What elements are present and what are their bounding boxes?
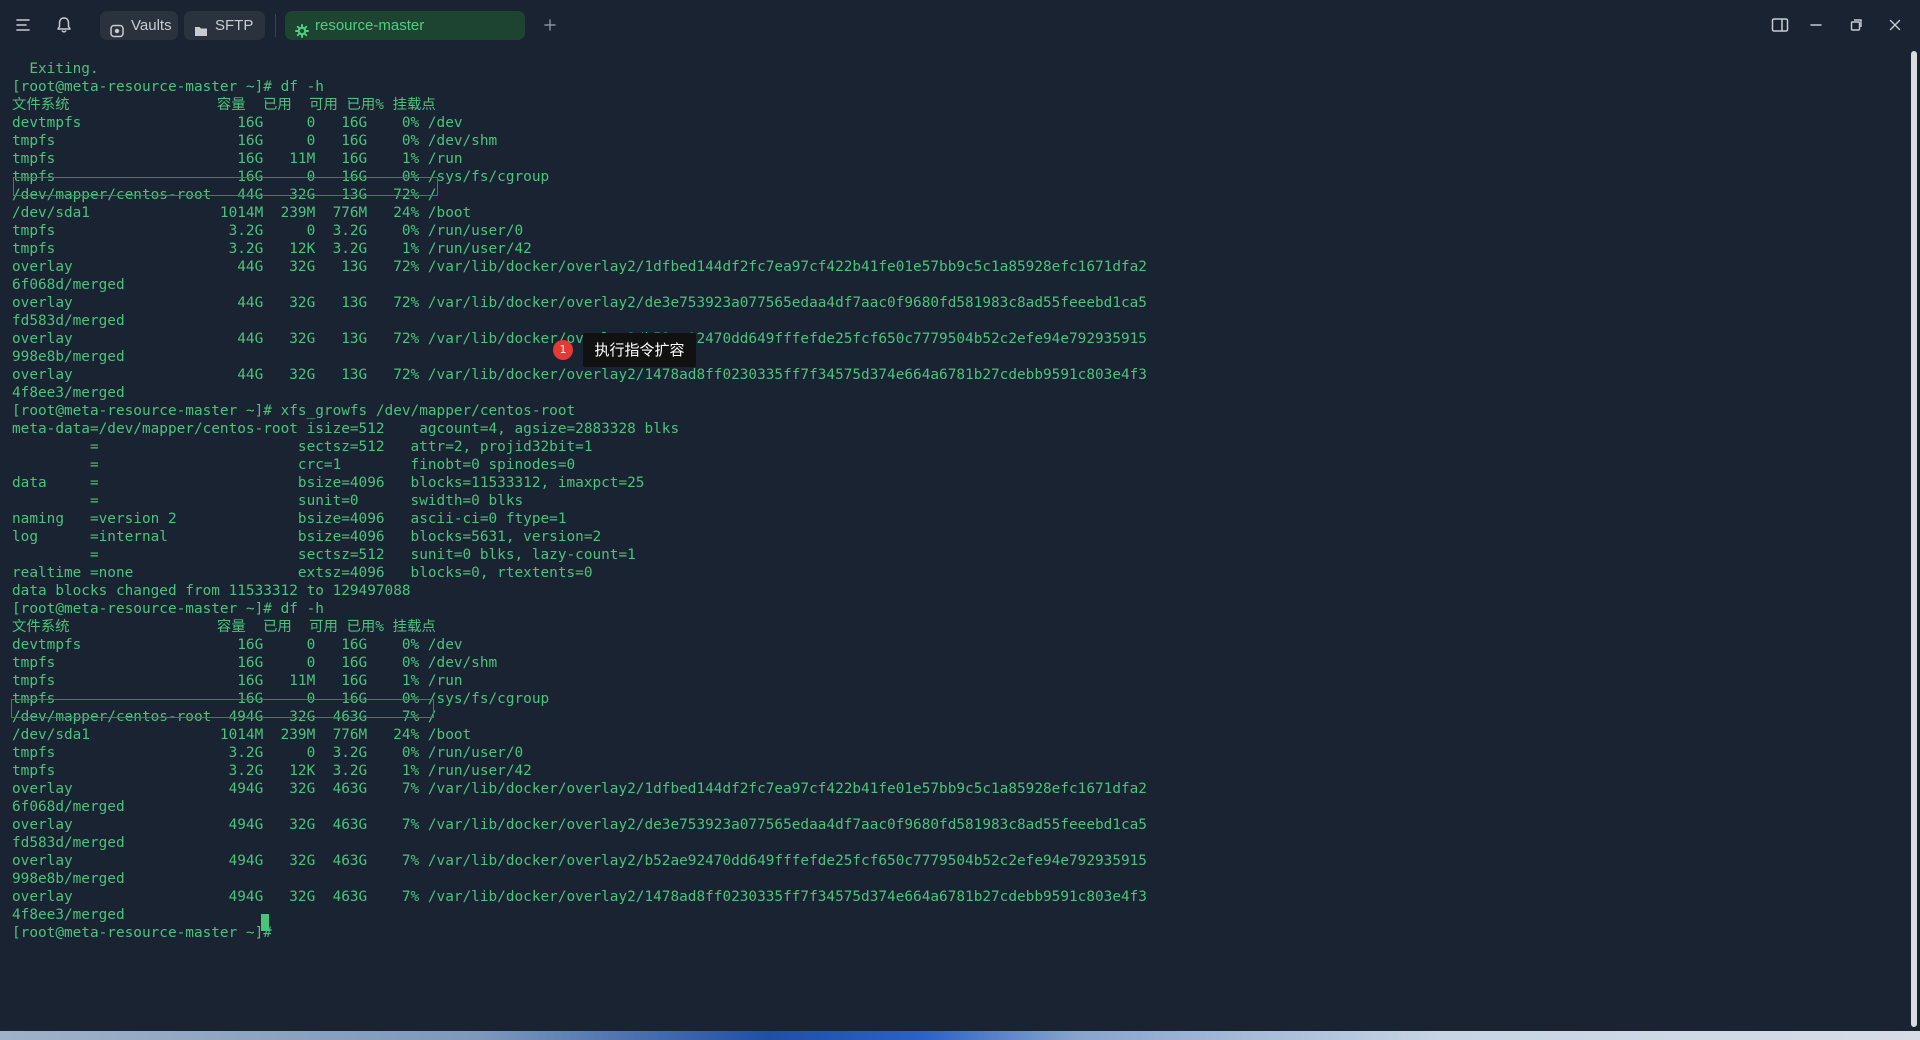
terminal-line: tmpfs 3.2G 0 3.2G 0% /run/user/0 [12, 745, 524, 761]
terminal-line: = sectsz=512 sunit=0 blks, lazy-count=1 [12, 547, 636, 563]
tab-divider [275, 14, 276, 37]
terminal-line: [root@meta-resource-master ~]# [12, 925, 281, 941]
terminal-line: [root@meta-resource-master ~]# df -h [12, 79, 324, 95]
terminal-line: = crc=1 finobt=0 spinodes=0 [12, 457, 576, 473]
folder-icon [194, 19, 208, 36]
terminal-line: tmpfs 3.2G 12K 3.2G 1% /run/user/42 [12, 763, 532, 779]
terminal-line: /dev/sda1 1014M 239M 776M 24% /boot [12, 727, 472, 743]
tab-label: resource-master [315, 17, 425, 34]
terminal-line: fd583d/merged [12, 835, 125, 851]
terminal-cursor [261, 914, 269, 931]
annotation-badge: 1 [553, 340, 573, 360]
terminal-output[interactable]: Exiting. [root@meta-resource-master ~]# d… [0, 51, 1908, 1031]
minimize-icon[interactable] [1806, 15, 1826, 35]
terminal-line: tmpfs 16G 11M 16G 1% /run [12, 151, 463, 167]
terminal-line: Exiting. [12, 61, 99, 77]
terminal-line: naming =version 2 bsize=4096 ascii-ci=0 … [12, 511, 567, 527]
tab-label: SFTP [215, 17, 254, 34]
title-bar: Vaults SFTP resource-master [0, 0, 1920, 51]
terminal-line: [root@meta-resource-master ~]# xfs_growf… [12, 403, 576, 419]
split-panel-icon[interactable] [1770, 15, 1790, 35]
terminal-line: tmpfs 16G 0 16G 0% /dev/shm [12, 655, 498, 671]
terminal-line: overlay 494G 32G 463G 7% /var/lib/docker… [12, 781, 1147, 797]
terminal-line: = sectsz=512 attr=2, projid32bit=1 [12, 439, 593, 455]
terminal-line: overlay 494G 32G 463G 7% /var/lib/docker… [12, 889, 1147, 905]
tab-sftp[interactable]: SFTP [184, 11, 265, 40]
terminal-line: [root@meta-resource-master ~]# df -h [12, 601, 324, 617]
terminal-line: meta-data=/dev/mapper/centos-root isize=… [12, 421, 680, 437]
terminal-line: tmpfs 3.2G 12K 3.2G 1% /run/user/42 [12, 241, 532, 257]
bell-icon[interactable] [54, 15, 74, 35]
scrollbar-thumb[interactable] [1911, 51, 1917, 1027]
terminal-line: 文件系统 容量 已用 可用 已用% 挂载点 [12, 619, 436, 635]
terminal-line: 文件系统 容量 已用 可用 已用% 挂载点 [12, 97, 436, 113]
highlight-root-before [13, 177, 438, 196]
terminal-line: overlay 494G 32G 463G 7% /var/lib/docker… [12, 853, 1147, 869]
tab-vaults[interactable]: Vaults [100, 11, 178, 40]
terminal-line: 998e8b/merged [12, 871, 125, 887]
terminal-line: data blocks changed from 11533312 to 129… [12, 583, 411, 599]
highlight-root-after [11, 699, 434, 718]
terminal-line: /dev/sda1 1014M 239M 776M 24% /boot [12, 205, 472, 221]
terminal-line: overlay 494G 32G 463G 7% /var/lib/docker… [12, 817, 1147, 833]
terminal-line: tmpfs 16G 0 16G 0% /dev/shm [12, 133, 498, 149]
tab-resource-master[interactable]: resource-master [285, 11, 525, 40]
new-tab-plus-icon[interactable] [540, 15, 560, 35]
terminal-line: 6f068d/merged [12, 799, 125, 815]
terminal-line: tmpfs 16G 11M 16G 1% /run [12, 673, 463, 689]
tab-label: Vaults [131, 17, 172, 34]
annotation-label: 执行指令扩容 [583, 333, 696, 367]
terminal-line: log =internal bsize=4096 blocks=5631, ve… [12, 529, 602, 545]
gear-icon [295, 19, 309, 38]
restore-icon[interactable] [1846, 15, 1866, 35]
terminal-line: data = bsize=4096 blocks=11533312, imaxp… [12, 475, 645, 491]
terminal-line: 6f068d/merged [12, 277, 125, 293]
terminal-line: realtime =none extsz=4096 blocks=0, rtex… [12, 565, 593, 581]
terminal-line: tmpfs 3.2G 0 3.2G 0% /run/user/0 [12, 223, 524, 239]
terminal-line: devtmpfs 16G 0 16G 0% /dev [12, 115, 463, 131]
terminal-line: 998e8b/merged [12, 349, 125, 365]
close-icon[interactable] [1885, 15, 1905, 35]
vault-icon [110, 19, 124, 38]
menu-icon[interactable] [14, 15, 34, 35]
terminal-line: = sunit=0 swidth=0 blks [12, 493, 524, 509]
taskbar-edge [0, 1031, 1920, 1040]
terminal-line: overlay 44G 32G 13G 72% /var/lib/docker/… [12, 295, 1147, 311]
terminal-line: overlay 44G 32G 13G 72% /var/lib/docker/… [12, 259, 1147, 275]
terminal-line: devtmpfs 16G 0 16G 0% /dev [12, 637, 463, 653]
terminal-line: overlay 44G 32G 13G 72% /var/lib/docker/… [12, 331, 1147, 347]
terminal-line: 4f8ee3/merged [12, 907, 125, 923]
terminal-line: overlay 44G 32G 13G 72% /var/lib/docker/… [12, 367, 1147, 383]
terminal-line: 4f8ee3/merged [12, 385, 125, 401]
terminal-line: fd583d/merged [12, 313, 125, 329]
